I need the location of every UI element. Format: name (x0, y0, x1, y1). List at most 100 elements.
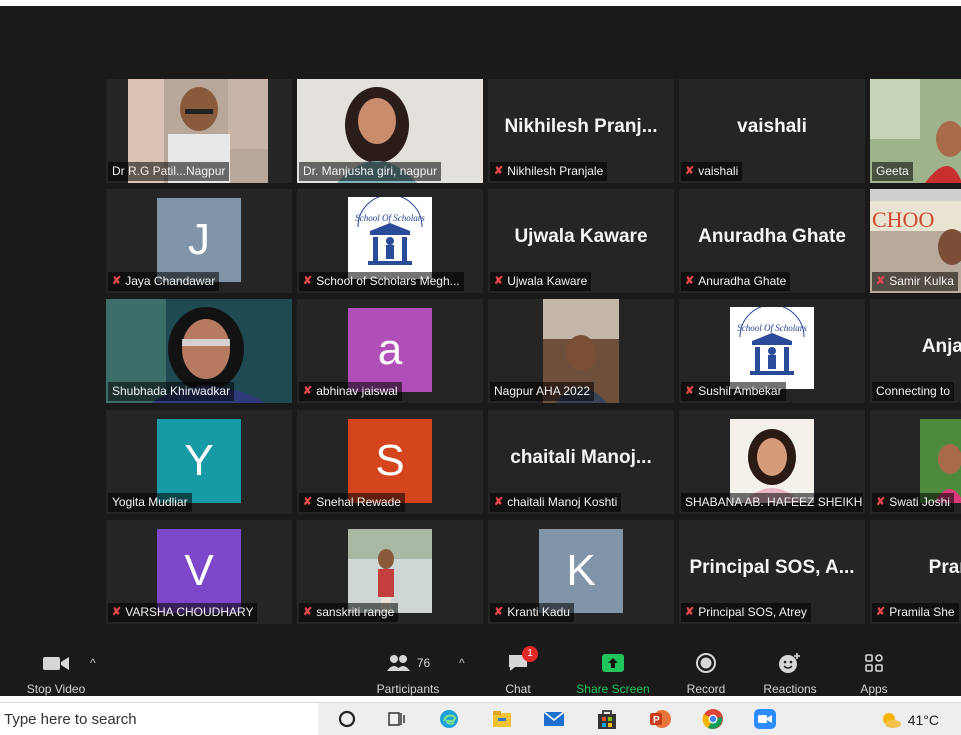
participant-tile-manjusha[interactable]: Dr. Manjusha giri, nagpur (297, 79, 483, 183)
apps-icon (834, 650, 914, 676)
participant-tile-snehal[interactable]: S ✘ Snehal Rewade (297, 410, 483, 514)
participant-tile-varsha[interactable]: V ✘ VARSHA CHOUDHARY (106, 520, 292, 624)
participant-name-tag: ✘ chaitali Manoj Koshti (490, 493, 622, 512)
participant-name-label: SHABANA AB. HAFEEZ SHEIKH (685, 495, 863, 509)
participant-name-label: Yogita Mudliar (112, 495, 188, 509)
participant-name-label: Nikhilesh Pranjale (507, 164, 604, 178)
participant-tile-nagpur-aha[interactable]: Nagpur AHA 2022 (488, 299, 674, 403)
participant-tile-geeta[interactable]: Geeta (870, 79, 961, 183)
participant-name-label: Ujwala Kaware (507, 274, 588, 288)
file-explorer-icon[interactable] (489, 707, 515, 731)
participant-name-label: Samir Kulka (889, 274, 954, 288)
participant-tile-jaya[interactable]: J ✘ Jaya Chandawar (106, 189, 292, 293)
task-view-icon[interactable] (383, 707, 409, 731)
participant-tile-nikhilesh[interactable]: Nikhilesh Pranj... ✘ Nikhilesh Pranjale (488, 79, 674, 183)
participant-tile-ujwala[interactable]: Ujwala Kaware ✘ Ujwala Kaware (488, 189, 674, 293)
participant-tile-shubhada[interactable]: Shubhada Khirwadkar (106, 299, 292, 403)
edge-browser-icon[interactable] (436, 707, 462, 731)
participant-name-tag: ✘ Nikhilesh Pranjale (490, 162, 608, 181)
participant-avatar: a (348, 308, 432, 392)
participant-tile-anuradha[interactable]: Anuradha Ghate ✘ Anuradha Ghate (679, 189, 865, 293)
muted-mic-icon: ✘ (494, 275, 504, 287)
participant-tile-sanskriti[interactable]: ✘ sanskriti range (297, 520, 483, 624)
participant-tile-abhinav[interactable]: a ✘ abhinav jaiswal (297, 299, 483, 403)
participant-tile-rg-patil[interactable]: Dr R.G Patil...Nagpur (106, 79, 292, 183)
participant-name-tag: ✘ abhinav jaiswal (299, 382, 402, 401)
participant-name-tag: Nagpur AHA 2022 (490, 382, 595, 401)
powerpoint-icon[interactable]: P (647, 707, 673, 731)
participant-name-tag: ✘ vaishali (681, 162, 743, 181)
participants-button[interactable]: 76 Participants (368, 650, 448, 696)
video-camera-icon (16, 650, 96, 676)
participant-name-tag: Shubhada Khirwadkar (108, 382, 235, 401)
participant-name-label: Shubhada Khirwadkar (112, 384, 231, 398)
participant-name-label: vaishali (698, 164, 739, 178)
record-icon (666, 650, 746, 676)
chrome-icon[interactable] (700, 707, 726, 731)
record-button[interactable]: Record (666, 650, 746, 696)
cortana-icon[interactable] (334, 707, 360, 731)
share-screen-label: Share Screen (576, 682, 650, 696)
participant-tile-shabana[interactable]: SHABANA AB. HAFEEZ SHEIKH (679, 410, 865, 514)
taskbar-search-input[interactable]: Type here to search (0, 703, 318, 735)
stop-video-label: Stop Video (26, 682, 86, 696)
participant-avatar: J (157, 198, 241, 282)
participant-tile-kranti[interactable]: K ✘ Kranti Kadu (488, 520, 674, 624)
participant-name-tag: ✘ VARSHA CHOUDHARY (108, 603, 258, 622)
muted-mic-icon: ✘ (685, 606, 695, 618)
zoom-app-icon[interactable] (752, 707, 778, 731)
participant-name-tag: ✘ Kranti Kadu (490, 603, 574, 622)
mail-icon[interactable] (541, 707, 567, 731)
participant-name-tag: ✘ sanskriti range (299, 603, 399, 622)
muted-mic-icon: ✘ (303, 385, 313, 397)
participant-tile-yogita[interactable]: Y Yogita Mudliar (106, 410, 292, 514)
participant-name-tag: Yogita Mudliar (108, 493, 192, 512)
participant-tile-swati[interactable]: ✘ Swati Joshi (870, 410, 961, 514)
participants-options-chevron-icon[interactable]: ^ (459, 656, 465, 670)
participant-tile-chaitali[interactable]: chaitali Manoj... ✘ chaitali Manoj Koshti (488, 410, 674, 514)
windows-taskbar: Type here to search P 41°C (0, 702, 961, 735)
participant-name-tag: ✘ Sushil Ambekar (681, 382, 786, 401)
participant-display-name: Anuradha Ghate (698, 226, 846, 247)
participant-tile-anjali[interactable]: Anjali Do Connecting to (870, 299, 961, 403)
participants-icon: 76 (368, 650, 448, 676)
muted-mic-icon: ✘ (112, 275, 122, 287)
participant-display-name: Pramila (928, 557, 961, 578)
participant-name-label: Nagpur AHA 2022 (494, 384, 591, 398)
school-logo-icon: School Of Scholars (348, 194, 432, 279)
participant-name-tag: ✘ Pramila She (872, 603, 959, 622)
participant-tile-pramila[interactable]: Pramila ✘Pramila She (870, 520, 961, 624)
participant-display-name: chaitali Manoj... (510, 447, 652, 468)
stop-video-button[interactable]: Stop Video (16, 650, 96, 696)
record-label: Record (686, 682, 726, 696)
share-screen-button[interactable]: Share Screen (571, 650, 655, 696)
weather-widget[interactable]: 41°C (880, 711, 939, 729)
reactions-button[interactable]: Reactions (750, 650, 830, 696)
muted-mic-icon: ✘ (494, 496, 504, 508)
svg-text:CHOO: CHOO (872, 207, 934, 232)
store-icon[interactable] (594, 707, 620, 731)
participant-name-tag: ✘ Snehal Rewade (299, 493, 405, 512)
reactions-smiley-icon (750, 650, 830, 676)
participant-tile-sushil[interactable]: School Of Scholars ✘ Sushil Ambekar (679, 299, 865, 403)
weather-sun-cloud-icon (882, 713, 901, 728)
participant-name-tag: Dr. Manjusha giri, nagpur (299, 162, 442, 181)
muted-mic-icon: ✘ (685, 275, 695, 287)
video-options-chevron-icon[interactable]: ^ (90, 656, 96, 670)
participant-avatar: S (348, 419, 432, 503)
participant-name-tag: Geeta (872, 162, 913, 181)
participant-name-tag: ✘ Principal SOS, Atrey (681, 603, 811, 622)
participant-tile-samir[interactable]: CHOO ✘ Samir Kulka (870, 189, 961, 293)
participant-name-tag: ✘ Samir Kulka (872, 272, 958, 291)
participant-tile-vaishali[interactable]: vaishali ✘ vaishali (679, 79, 865, 183)
participant-name-tag: ✘ Jaya Chandawar (108, 272, 220, 291)
participant-tile-school-meghe[interactable]: School Of Scholars ✘ School of Scholars Me… (297, 189, 483, 293)
chat-button[interactable]: 1 Chat (478, 646, 558, 696)
participant-name-label: School of Scholars Megh... (316, 274, 460, 288)
participant-tile-principal[interactable]: Principal SOS, A... ✘ Principal SOS, Atrey (679, 520, 865, 624)
apps-button[interactable]: Apps (834, 650, 914, 696)
muted-mic-icon: ✘ (685, 165, 695, 177)
participant-name-label: Dr. Manjusha giri, nagpur (303, 164, 438, 178)
participant-name-label: Jaya Chandawar (125, 274, 216, 288)
muted-mic-icon: ✘ (685, 385, 695, 397)
